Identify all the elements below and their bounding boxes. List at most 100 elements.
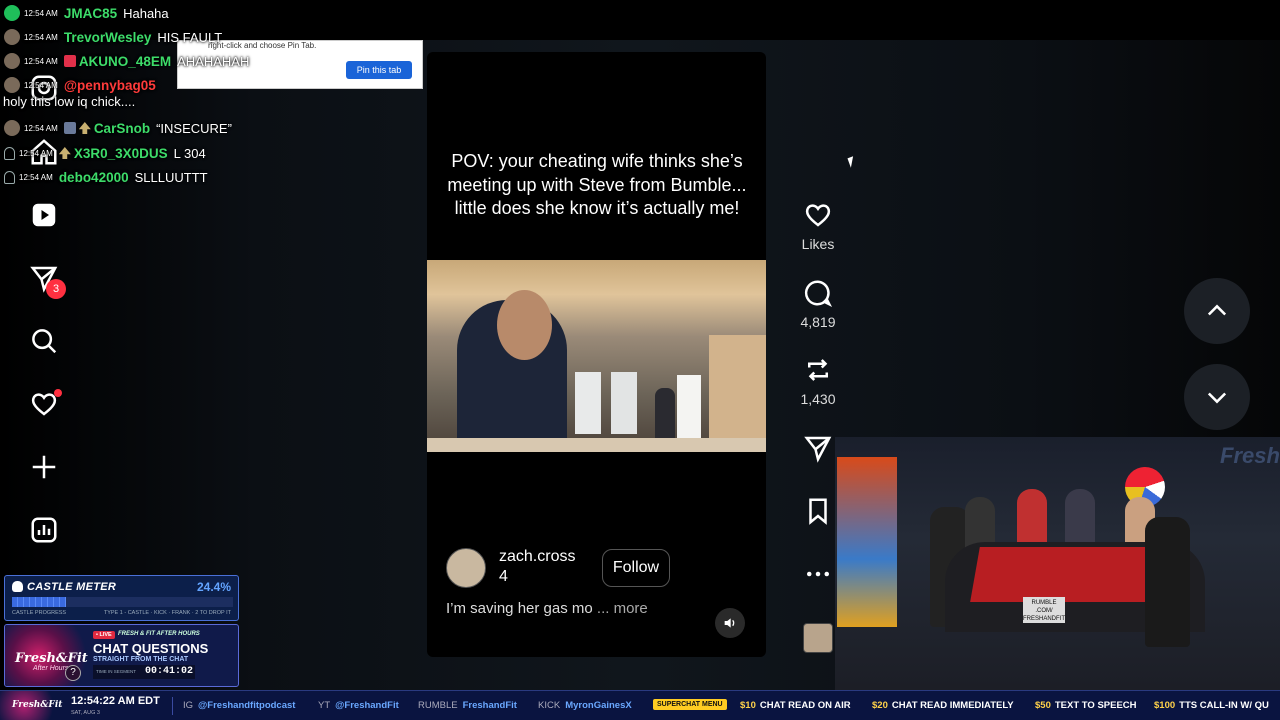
audio-thumbnail[interactable] — [803, 623, 833, 653]
previous-reel-button[interactable] — [1184, 278, 1250, 344]
reels-icon[interactable] — [28, 199, 60, 231]
more-link[interactable]: ... more — [597, 600, 648, 617]
studio-camera: Fresh RUMBLE .COM/ FRESHANDFIT — [835, 437, 1280, 690]
author-sub: 4 — [499, 568, 508, 585]
price: $50 — [1035, 700, 1051, 711]
share-icon[interactable] — [803, 433, 833, 463]
author-name[interactable]: zach.cross — [499, 548, 609, 566]
live-badge: • LIVE — [93, 631, 115, 639]
screen: 3 12:54 AM JMAC85 Hahaha 12:54 AM Trevor… — [0, 0, 1280, 720]
chat-message: 12:54 AM X3R0_3X0DUS L 304 — [0, 142, 206, 164]
price: $100 — [1154, 700, 1176, 711]
video-window — [575, 372, 601, 434]
mouse-cursor — [847, 156, 857, 168]
video-frame[interactable] — [427, 260, 766, 452]
chat-text: HIS FAULT — [157, 29, 223, 45]
chevron-up-icon — [1207, 304, 1227, 316]
brand-text: Fresh&Fit — [15, 651, 88, 666]
likes-label: Likes — [801, 236, 835, 252]
chat-questions-panel: Fresh&Fit After Hours ? • LIVE FRESH & F… — [4, 624, 239, 687]
person — [1065, 489, 1095, 549]
ticker-item: $50 TEXT TO SPEECH — [1035, 700, 1137, 711]
rumble-value: FreshandFit — [462, 700, 517, 711]
description-text: I’m saving her gas mo — [446, 600, 593, 617]
more-icon[interactable] — [803, 559, 833, 589]
avatar — [4, 53, 20, 69]
ticker-clock: 12:54:22 AM EDT — [71, 695, 160, 707]
brand-sub: After Hours — [33, 665, 69, 672]
castle-types-label: TYPE 1 - CASTLE · KICK · FRANK · 2 TO DR… — [103, 610, 231, 616]
ticker-rumble: RUMBLE FreshandFit — [418, 700, 517, 711]
price-text: TEXT TO SPEECH — [1054, 700, 1137, 711]
reel-author[interactable]: zach.cross 4 — [446, 548, 575, 588]
ticker-yt: YT @FreshandFit — [318, 700, 399, 711]
sub-badge-icon — [63, 55, 76, 67]
divider — [172, 697, 173, 715]
chat-message: 12:54 AM TrevorWesley HIS FAULT — [0, 26, 222, 48]
price: $10 — [740, 700, 756, 711]
studio-poster — [837, 457, 897, 627]
cq-subtitle: FRESH & FIT AFTER HOURS — [118, 631, 200, 637]
ticker-logo: Fresh&Fit — [0, 691, 63, 720]
heart-icon[interactable] — [803, 200, 833, 230]
chat-text: Hahaha — [123, 5, 169, 21]
chat-message: 12:54 AM debo42000 SLLLUUTTT — [0, 166, 208, 188]
pin-hint-text: right-click and choose Pin Tab. — [208, 41, 317, 50]
castle-meter: CASTLE METER 24.4% CASTLE PROGRESS TYPE … — [4, 575, 239, 621]
reposts-count: 1,430 — [800, 391, 836, 407]
rumble-sign: RUMBLE .COM/ FRESHANDFIT — [1023, 597, 1065, 623]
video-window — [611, 372, 637, 434]
comment-icon[interactable] — [803, 278, 833, 308]
ticker-brand: Fresh&Fit — [12, 700, 63, 710]
castle-progress-bar — [12, 597, 233, 607]
avatar[interactable] — [446, 548, 486, 588]
chat-time: 12:54 AM — [24, 56, 58, 66]
reel-caption: POV: your cheating wife thinks she’s mee… — [447, 151, 747, 218]
next-reel-button[interactable] — [1184, 364, 1250, 430]
create-icon[interactable] — [28, 451, 60, 483]
superchat-menu-badge: SUPERCHAT MENU — [653, 699, 727, 710]
cq-tagline: STRAIGHT FROM THE CHAT — [93, 656, 189, 663]
rumble-label: RUMBLE — [418, 700, 458, 711]
insights-icon[interactable] — [28, 514, 60, 546]
castle-title: CASTLE METER — [27, 581, 117, 593]
chat-user: CarSnob — [93, 120, 151, 136]
pin-tab-button[interactable]: Pin this tab — [346, 61, 412, 79]
avatar — [4, 77, 20, 93]
chat-text: SLLLUUTTT — [134, 169, 208, 185]
reel-card[interactable]: POV: your cheating wife thinks she’s mee… — [427, 52, 766, 657]
avatar — [4, 29, 20, 45]
yt-label: YT — [318, 700, 331, 711]
ticker-item: $20 CHAT READ IMMEDIATELY — [872, 700, 1014, 711]
like-action[interactable]: Likes — [795, 200, 841, 252]
castle-progress-fill — [12, 597, 66, 607]
chat-message: 12:54 AM JMAC85 Hahaha — [0, 2, 169, 24]
rank-icon — [58, 147, 71, 159]
chat-text: “INSECURE” — [156, 120, 232, 136]
castle-progress-label: CASTLE PROGRESS — [12, 610, 67, 616]
rank-icon — [78, 122, 91, 134]
video-wall — [709, 335, 766, 452]
chat-text: holy this low iq chick.... — [3, 94, 136, 109]
ig-label: IG — [183, 700, 194, 711]
repost-action[interactable]: 1,430 — [795, 355, 841, 407]
ticker-item: $100 TTS CALL-IN W/ QU — [1154, 700, 1269, 711]
search-icon[interactable] — [28, 325, 60, 357]
follow-button[interactable]: Follow — [602, 549, 670, 587]
chat-user: debo42000 — [58, 169, 129, 185]
chat-user: AKUNO_48EM — [78, 53, 172, 69]
ticker-kick: KICK MyronGainesX — [538, 700, 632, 711]
chat-user: JMAC85 — [63, 5, 118, 21]
chevron-down-icon — [1207, 392, 1227, 404]
sound-button[interactable] — [715, 608, 745, 638]
chat-time: 12:54 AM — [19, 148, 53, 158]
chat-text: AHAHAHAH — [177, 53, 250, 69]
person — [1017, 489, 1047, 549]
repost-icon[interactable] — [803, 355, 833, 385]
ticker-item: $10 CHAT READ ON AIR — [740, 700, 851, 711]
speaker-icon — [724, 618, 735, 628]
bookmark-icon[interactable] — [803, 496, 833, 526]
reel-description[interactable]: I’m saving her gas mo ... more — [446, 600, 648, 617]
comment-action[interactable]: 4,819 — [795, 278, 841, 330]
price-text: CHAT READ ON AIR — [759, 700, 851, 711]
